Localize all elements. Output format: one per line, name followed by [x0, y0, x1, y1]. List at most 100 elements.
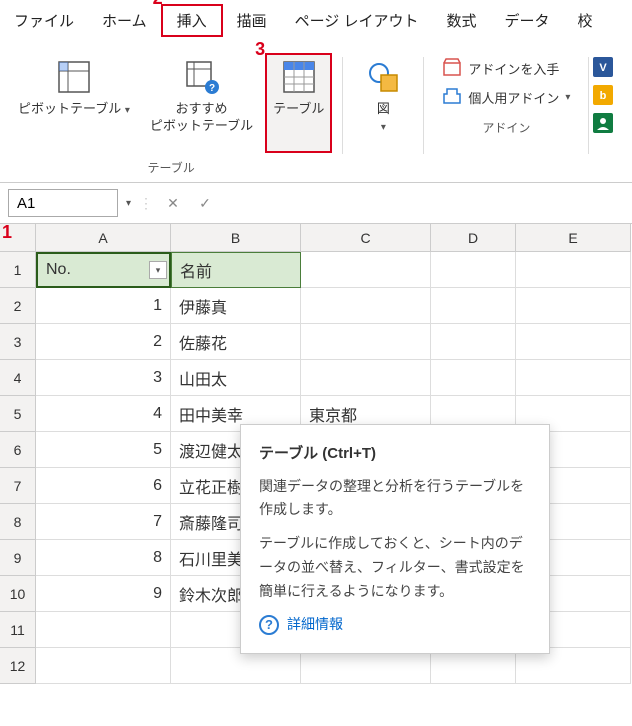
- cell[interactable]: [301, 252, 431, 288]
- cell[interactable]: [431, 360, 516, 396]
- annotation-2: 2: [153, 0, 163, 9]
- menu-bar: ファイル ホーム 2 挿入 描画 ページ レイアウト 数式 データ 校: [0, 0, 632, 45]
- table-row: 32佐藤花: [0, 324, 632, 360]
- table-row: 43山田太: [0, 360, 632, 396]
- store-icon: [442, 57, 462, 80]
- cell[interactable]: [516, 324, 631, 360]
- cell[interactable]: [516, 288, 631, 324]
- shapes-icon: [363, 57, 403, 97]
- pivot-table-icon: [54, 57, 94, 97]
- cancel-button[interactable]: ✕: [161, 191, 185, 215]
- row-header[interactable]: 10: [0, 576, 36, 612]
- tooltip-more-info-link[interactable]: ? 詳細情報: [259, 613, 531, 637]
- tooltip-p1: 関連データの整理と分析を行うテーブルを作成します。: [259, 475, 531, 523]
- cell[interactable]: 3: [36, 360, 171, 396]
- cell[interactable]: [431, 324, 516, 360]
- formula-bar: ▾ ⋮ ✕ ✓: [0, 183, 632, 224]
- svg-text:V: V: [600, 62, 608, 74]
- col-header-A[interactable]: A: [36, 224, 171, 252]
- column-headers: A B C D E: [0, 224, 632, 252]
- my-addins-label: 個人用アドイン: [468, 88, 559, 107]
- row-header[interactable]: 3: [0, 324, 36, 360]
- confirm-button[interactable]: ✓: [193, 191, 217, 215]
- cell[interactable]: 山田太: [171, 360, 301, 396]
- col-header-C[interactable]: C: [301, 224, 431, 252]
- spreadsheet-grid: A B C D E 1 1 No. ▾ 名前 21伊藤真 32佐藤花 43山田太…: [0, 224, 632, 684]
- cell[interactable]: [36, 612, 171, 648]
- group-tables-label: テーブル: [148, 153, 195, 182]
- menu-draw[interactable]: 描画: [223, 6, 281, 35]
- my-addins-button[interactable]: 個人用アドイン ▾: [442, 86, 570, 109]
- row-header[interactable]: 11: [0, 612, 36, 648]
- table-label: テーブル: [273, 101, 324, 118]
- pivot-table-button[interactable]: ピボットテーブル ▾: [10, 53, 138, 122]
- table-row: 1 No. ▾ 名前: [0, 252, 632, 288]
- menu-insert[interactable]: 挿入: [161, 4, 223, 37]
- cell[interactable]: 9: [36, 576, 171, 612]
- cell[interactable]: [431, 288, 516, 324]
- cell[interactable]: [301, 324, 431, 360]
- tooltip-link-label: 詳細情報: [287, 613, 343, 637]
- namebox-chevron-icon[interactable]: ▾: [126, 198, 131, 209]
- filter-dropdown-icon[interactable]: ▾: [149, 261, 167, 279]
- col-header-D[interactable]: D: [431, 224, 516, 252]
- ribbon: ピボットテーブル ▾ ? おすすめ ピボットテーブル 3 テーブル テーブル: [0, 45, 632, 183]
- row-header[interactable]: 1: [0, 252, 36, 288]
- rec-pivot-label: おすすめ ピボットテーブル: [150, 101, 253, 135]
- cell[interactable]: 6: [36, 468, 171, 504]
- pivot-label: ピボットテーブル: [18, 101, 121, 116]
- ribbon-group-illust: 図▾: [343, 53, 423, 182]
- row-header[interactable]: 5: [0, 396, 36, 432]
- bing-icon[interactable]: b: [593, 85, 613, 105]
- cell[interactable]: [301, 360, 431, 396]
- cell-A1[interactable]: No. ▾: [36, 252, 171, 288]
- menu-data[interactable]: データ: [491, 6, 564, 35]
- tooltip-p2: テーブルに作成しておくと、シート内のデータの並べ替え、フィルター、書式設定を簡単…: [259, 532, 531, 603]
- cell[interactable]: 伊藤真: [171, 288, 301, 324]
- menu-formulas[interactable]: 数式: [432, 6, 490, 35]
- cell[interactable]: 8: [36, 540, 171, 576]
- cell[interactable]: [301, 288, 431, 324]
- menu-pagelayout[interactable]: ページ レイアウト: [281, 6, 433, 35]
- menu-home[interactable]: ホーム: [88, 6, 161, 35]
- cell[interactable]: 2: [36, 324, 171, 360]
- chevron-down-icon: ▾: [381, 122, 386, 133]
- table-tooltip: テーブル (Ctrl+T) 関連データの整理と分析を行うテーブルを作成します。 …: [240, 424, 550, 654]
- group-addins-label: アドイン: [482, 113, 530, 142]
- col-header-E[interactable]: E: [516, 224, 631, 252]
- cell[interactable]: [516, 360, 631, 396]
- visio-icon[interactable]: V: [593, 57, 613, 77]
- addins-icon: [442, 86, 462, 109]
- chevron-down-icon: ▾: [565, 92, 570, 103]
- row-header[interactable]: 2: [0, 288, 36, 324]
- cell[interactable]: 7: [36, 504, 171, 540]
- cell[interactable]: [36, 648, 171, 684]
- col-header-B[interactable]: B: [171, 224, 301, 252]
- recommended-pivot-icon: ?: [182, 57, 222, 97]
- annotation-3: 3: [255, 39, 265, 60]
- row-header[interactable]: 7: [0, 468, 36, 504]
- row-header[interactable]: 4: [0, 360, 36, 396]
- cell[interactable]: [431, 252, 516, 288]
- menu-file[interactable]: ファイル: [0, 6, 88, 35]
- row-header[interactable]: 6: [0, 432, 36, 468]
- illustrations-button[interactable]: 図▾: [353, 53, 413, 139]
- cell-B1[interactable]: 名前: [171, 252, 301, 288]
- get-addins-button[interactable]: アドインを入手: [442, 57, 570, 80]
- row-header[interactable]: 9: [0, 540, 36, 576]
- cell[interactable]: 佐藤花: [171, 324, 301, 360]
- illust-label: 図: [377, 101, 390, 116]
- svg-text:?: ?: [208, 83, 214, 94]
- name-box[interactable]: [8, 189, 118, 217]
- cell[interactable]: 4: [36, 396, 171, 432]
- table-row: 21伊藤真: [0, 288, 632, 324]
- table-button[interactable]: テーブル: [265, 53, 332, 153]
- cell[interactable]: 1: [36, 288, 171, 324]
- cell[interactable]: [516, 252, 631, 288]
- cell[interactable]: 5: [36, 432, 171, 468]
- recommended-pivot-button[interactable]: ? おすすめ ピボットテーブル: [142, 53, 261, 139]
- menu-review[interactable]: 校: [564, 6, 607, 35]
- row-header[interactable]: 8: [0, 504, 36, 540]
- row-header[interactable]: 12: [0, 648, 36, 684]
- people-icon[interactable]: [593, 113, 613, 133]
